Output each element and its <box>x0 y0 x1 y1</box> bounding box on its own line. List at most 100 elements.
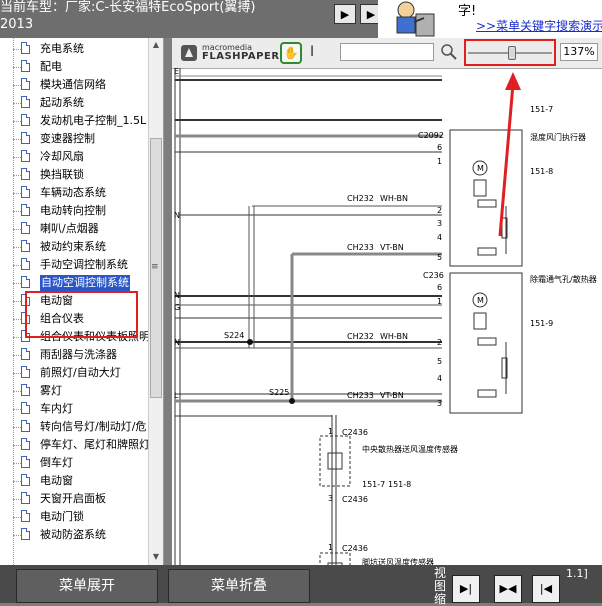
tree-connector <box>13 49 21 50</box>
mascot-icon <box>396 1 435 37</box>
tree-connector <box>13 247 21 248</box>
sidebar-tree-item[interactable]: 自动空调控制系统 <box>0 274 148 292</box>
tree-item-label: 配电 <box>40 60 62 73</box>
previous-page-button[interactable]: |◀ <box>532 575 560 603</box>
document-icon <box>21 60 30 72</box>
document-icon <box>21 114 30 126</box>
sidebar-tree-item[interactable]: 停车灯、尾灯和牌照灯 <box>0 436 148 454</box>
sidebar-tree-item[interactable]: 车内灯 <box>0 400 148 418</box>
bottom-bar: 菜单展开 菜单折叠 视图缩 ▶| ▶◀ |◀ 1.1] <box>0 565 602 606</box>
tree-item-label: 被动防盗系统 <box>40 528 106 541</box>
play-icon: ▶ <box>340 7 350 21</box>
connector-label-c236: C236 <box>423 271 444 280</box>
tree-item-label: 电动窗 <box>40 474 73 487</box>
viewer-search-input[interactable] <box>340 43 434 61</box>
document-icon <box>21 258 30 270</box>
tree-item-label: 雾灯 <box>40 384 62 397</box>
connector-label-c2436-c: C2436 <box>342 544 368 553</box>
wire-color-vt-bn-top: VT-BN <box>380 243 404 252</box>
connector-label-c2436-b: C2436 <box>342 495 368 504</box>
tree-item-label: 充电系统 <box>40 42 84 55</box>
zoom-highlight-annotation <box>464 39 556 66</box>
sidebar-tree-item[interactable]: 换挡联锁 <box>0 166 148 184</box>
search-icon[interactable] <box>440 43 458 61</box>
sidebar-scrollbar[interactable]: ▲ ≡ ▼ <box>148 38 163 565</box>
sidebar-tree-item[interactable]: 雨刮器与洗涤器 <box>0 346 148 364</box>
svg-text:3: 3 <box>328 494 333 503</box>
sidebar-tree-item[interactable]: 电动门锁 <box>0 508 148 526</box>
tree-item-label: 起动系统 <box>40 96 84 109</box>
sensor-ref-b: 151-8 <box>388 480 411 489</box>
sidebar-tree-item[interactable]: 天窗开启面板 <box>0 490 148 508</box>
pin-label-l: L <box>174 391 179 400</box>
scroll-up-icon[interactable]: ▲ <box>150 38 162 52</box>
sidebar-tree-item[interactable]: 喇叭/点烟器 <box>0 220 148 238</box>
promo-text: 字! <box>458 4 477 19</box>
fit-width-button[interactable]: ▶◀ <box>494 575 522 603</box>
document-icon <box>21 348 30 360</box>
collapse-menu-button[interactable]: 菜单折叠 <box>168 569 310 603</box>
svg-text:M: M <box>477 296 484 305</box>
keyword-search-demo-link[interactable]: >>菜单关键字搜索演示 <box>476 17 602 34</box>
car-model-title: 当前车型：厂家:C-长安福特EcoSport(翼搏) <box>0 0 256 15</box>
highlight-annotation-box <box>25 291 138 338</box>
pin-label-e: E <box>174 68 179 76</box>
tree-connector <box>13 517 21 518</box>
sidebar-tree-item[interactable]: 电动转向控制 <box>0 202 148 220</box>
expand-menu-button[interactable]: 菜单展开 <box>16 569 158 603</box>
document-icon <box>21 402 30 414</box>
document-icon <box>21 186 30 198</box>
sidebar-tree-item[interactable]: 电动窗 <box>0 472 148 490</box>
zoom-level-field[interactable]: 137% <box>560 43 598 61</box>
document-icon <box>21 150 30 162</box>
sidebar-tree-item[interactable]: 冷却风扇 <box>0 148 148 166</box>
tree-connector <box>13 265 21 266</box>
sidebar-tree-item[interactable]: 被动防盗系统 <box>0 526 148 544</box>
tree-item-label: 被动约束系统 <box>40 240 106 253</box>
sidebar-tree-item[interactable]: 变速器控制 <box>0 130 148 148</box>
sidebar-tree-item[interactable]: 车辆动态系统 <box>0 184 148 202</box>
tree-connector <box>13 121 21 122</box>
tree-connector <box>13 85 21 86</box>
tree-connector <box>13 67 21 68</box>
sidebar-tree-item[interactable]: 起动系统 <box>0 94 148 112</box>
sidebar-tree-item[interactable]: 发动机电子控制_1.5L <box>0 112 148 130</box>
pin-mid-5: 3 <box>437 399 442 408</box>
previous-arrow-icon: |◀ <box>539 582 553 595</box>
tree-connector <box>13 175 21 176</box>
pin-label-n3: N <box>174 338 180 347</box>
sidebar-tree-item[interactable]: 转向信号灯/制动灯/危 <box>0 418 148 436</box>
wire-label-ch232-top: CH232 <box>347 194 374 203</box>
document-icon <box>21 42 30 54</box>
page-indicator: 1.1] <box>566 567 588 580</box>
sidebar-tree-item[interactable]: 模块通信网络 <box>0 76 148 94</box>
pin-mid-0: 6 <box>437 283 442 292</box>
pin-top-5: 5 <box>437 253 442 262</box>
sidebar-tree-item[interactable]: 倒车灯 <box>0 454 148 472</box>
scroll-down-icon[interactable]: ▼ <box>150 550 162 564</box>
pin-top-3: 3 <box>437 219 442 228</box>
top-bar: 当前车型：厂家:C-长安福特EcoSport(翼搏) 2013 ▶ ▶ 字! >… <box>0 0 602 38</box>
wire-label-ch233-top: CH233 <box>347 243 374 252</box>
tree-item-label: 变速器控制 <box>40 132 95 145</box>
sidebar-tree-item[interactable]: 充电系统 <box>0 40 148 58</box>
document-icon <box>21 204 30 216</box>
view-zoom-label: 视图缩 <box>434 566 447 606</box>
document-icon <box>21 528 30 540</box>
next-page-button[interactable]: ▶| <box>452 575 480 603</box>
ref-label-top: 151-7 <box>530 105 553 114</box>
sidebar-tree-item[interactable]: 前照灯/自动大灯 <box>0 364 148 382</box>
hand-tool-button[interactable]: ✋ <box>280 42 302 64</box>
document-icon <box>21 438 30 450</box>
sidebar-tree-item[interactable]: 雾灯 <box>0 382 148 400</box>
tree-connector <box>13 355 21 356</box>
text-select-tool[interactable]: I <box>310 44 314 60</box>
next-arrow-icon: ▶| <box>459 582 473 595</box>
pin-mid-1: 1 <box>437 297 442 306</box>
sidebar-tree-item[interactable]: 手动空调控制系统 <box>0 256 148 274</box>
sidebar-tree-item[interactable]: 被动约束系统 <box>0 238 148 256</box>
sidebar-tree-item[interactable]: 配电 <box>0 58 148 76</box>
header-nav-button-1[interactable]: ▶ <box>334 4 356 24</box>
tree-item-label: 模块通信网络 <box>40 78 106 91</box>
document-icon <box>21 492 30 504</box>
